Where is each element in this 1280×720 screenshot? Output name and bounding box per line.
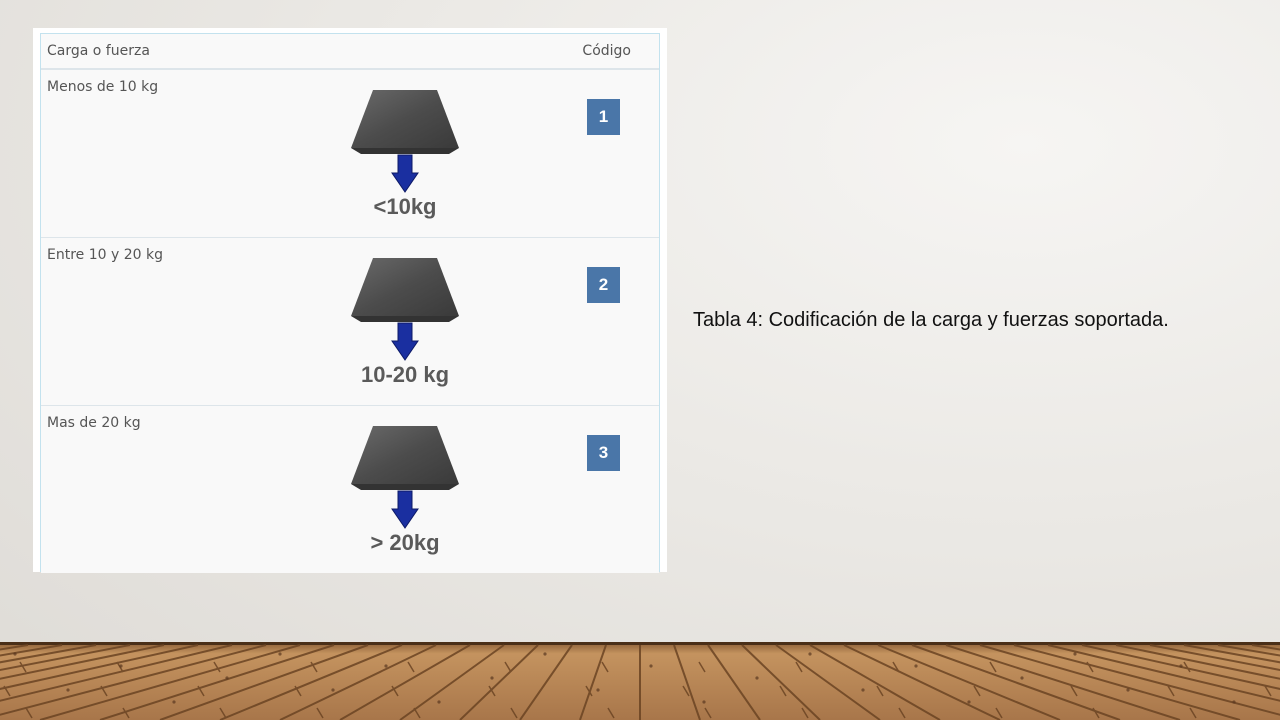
row-label: Entre 10 y 20 kg bbox=[47, 247, 163, 263]
figure-label: <10kg bbox=[373, 194, 437, 219]
weight-block-icon bbox=[351, 426, 459, 529]
row-label: Mas de 20 kg bbox=[47, 415, 141, 431]
wood-floor bbox=[0, 642, 1280, 720]
table-header: Carga o fuerza Código bbox=[41, 34, 659, 70]
row-label: Menos de 10 kg bbox=[47, 79, 159, 95]
header-load: Carga o fuerza bbox=[47, 43, 150, 59]
table-row: Entre 10 y 20 kg 10-20 kg 2 bbox=[41, 238, 659, 406]
load-figure: > 20kg bbox=[349, 424, 461, 560]
figure-label: 10-20 kg bbox=[360, 362, 450, 387]
header-code: Código bbox=[582, 43, 631, 59]
code-badge: 3 bbox=[587, 435, 620, 471]
weight-block-icon bbox=[351, 90, 459, 193]
load-code-table: Carga o fuerza Código Menos de 10 kg <10… bbox=[40, 33, 660, 573]
code-badge: 2 bbox=[587, 267, 620, 303]
table-caption: Tabla 4: Codificación de la carga y fuer… bbox=[693, 309, 1169, 331]
down-arrow-icon bbox=[391, 490, 419, 529]
load-figure: <10kg bbox=[349, 88, 461, 224]
down-arrow-icon bbox=[391, 154, 419, 193]
table-row: Mas de 20 kg > 20kg 3 bbox=[41, 406, 659, 573]
weight-block-icon bbox=[351, 258, 459, 361]
table-image: Carga o fuerza Código Menos de 10 kg <10… bbox=[33, 28, 667, 573]
down-arrow-icon bbox=[391, 322, 419, 361]
table-row: Menos de 10 kg <10kg 1 bbox=[41, 70, 659, 238]
code-badge: 1 bbox=[587, 99, 620, 135]
figure-label: > 20kg bbox=[370, 530, 440, 555]
load-figure: 10-20 kg bbox=[349, 256, 461, 392]
